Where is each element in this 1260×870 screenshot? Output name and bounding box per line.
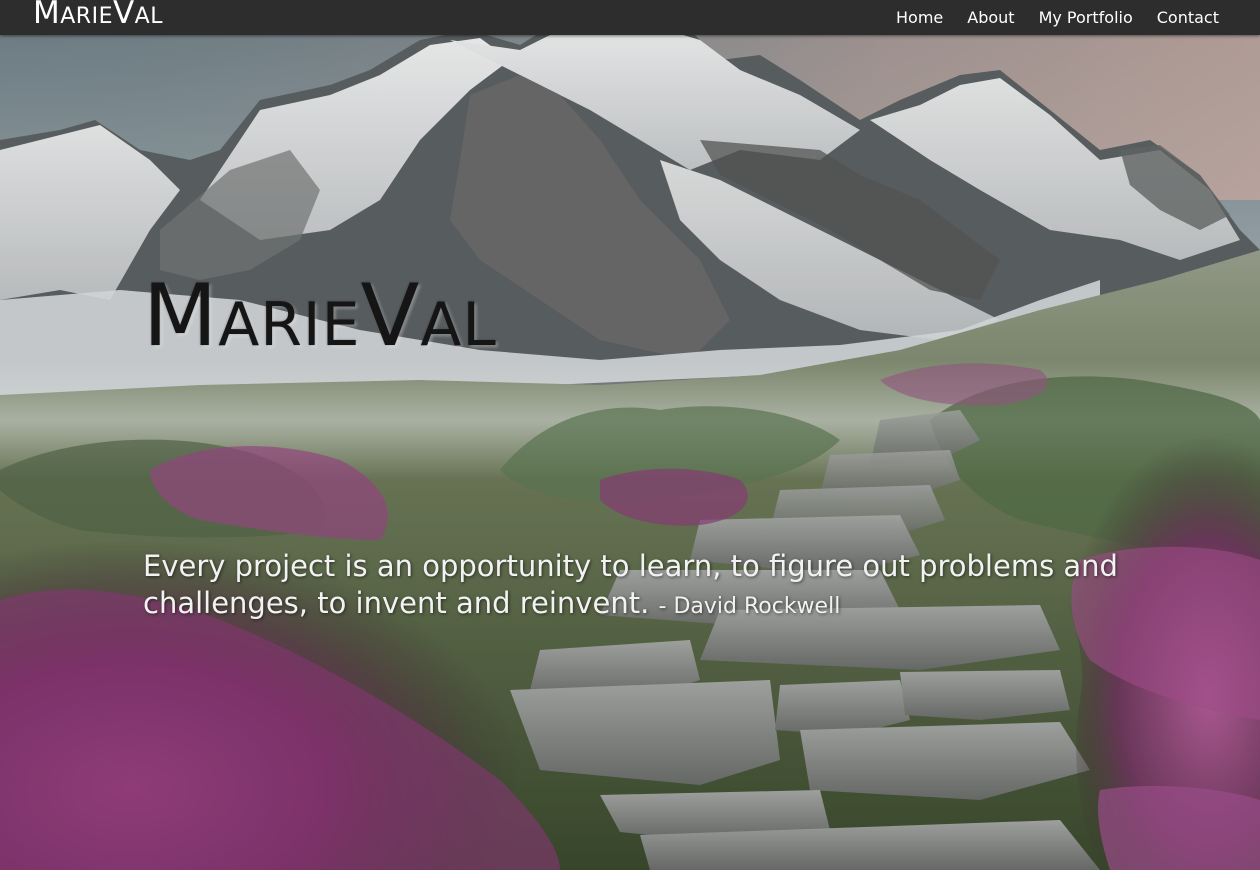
- nav-item-portfolio: My Portfolio: [1039, 7, 1133, 29]
- nav-link-portfolio[interactable]: My Portfolio: [1039, 8, 1133, 27]
- navbar: MarieVal Home About My Portfolio Contact: [0, 0, 1260, 35]
- hero-quote-author: - David Rockwell: [658, 594, 841, 619]
- hero-background-image: [0, 0, 1260, 870]
- page: MarieVal Home About My Portfolio Contact…: [0, 0, 1260, 870]
- nav-item-about: About: [967, 7, 1014, 29]
- nav-item-contact: Contact: [1157, 7, 1219, 29]
- nav-links: Home About My Portfolio Contact: [896, 0, 1219, 35]
- hero-quote: Every project is an opportunity to learn…: [143, 548, 1153, 625]
- navbar-brand-logo[interactable]: MarieVal: [33, 0, 163, 31]
- nav-link-about[interactable]: About: [967, 8, 1014, 27]
- nav-link-contact[interactable]: Contact: [1157, 8, 1219, 27]
- nav-item-home: Home: [896, 7, 943, 29]
- hero-quote-text: Every project is an opportunity to learn…: [143, 549, 1118, 620]
- hero-title: MarieVal: [143, 266, 497, 366]
- nav-link-home[interactable]: Home: [896, 8, 943, 27]
